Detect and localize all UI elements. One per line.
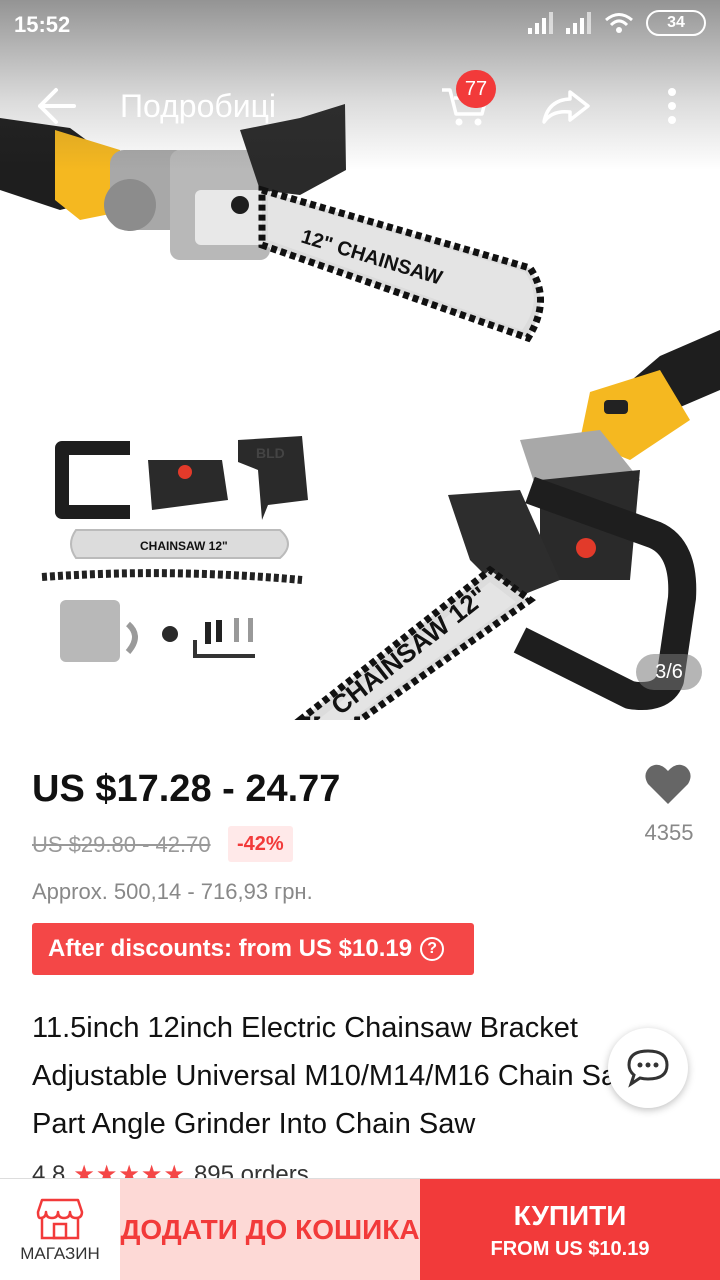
blade-bottom-label: CHAINSAW 12" <box>325 580 493 720</box>
buy-label: КУПИТИ <box>513 1199 627 1231</box>
after-discounts-banner[interactable]: After discounts: from US $10.19 ? <box>32 923 474 975</box>
approx-price: Approx. 500,14 - 716,93 грн. <box>32 879 313 904</box>
chat-button[interactable] <box>608 1028 688 1108</box>
store-button[interactable]: МАГАЗИН <box>0 1179 120 1280</box>
add-to-cart-button[interactable]: ДОДАТИ ДО КОШИКА <box>120 1179 420 1280</box>
bottom-action-bar: МАГАЗИН ДОДАТИ ДО КОШИКА КУПИТИ FROM US … <box>0 1178 720 1280</box>
original-price: US $29.80 - 42.70 <box>32 832 211 857</box>
image-counter: 3/6 <box>636 654 702 690</box>
kit-parts: BLD CHAINSAW 12" <box>41 436 308 662</box>
buy-button[interactable]: КУПИТИ FROM US $10.19 <box>420 1179 720 1280</box>
buy-sublabel: FROM US $10.19 <box>490 1237 650 1260</box>
current-price: US $17.28 - 24.77 <box>32 768 341 810</box>
heart-icon[interactable] <box>644 762 692 806</box>
discount-badge: -42% <box>228 826 293 862</box>
blade-bottom: CHAINSAW 12" <box>294 565 536 720</box>
store-icon <box>36 1198 84 1240</box>
share-icon[interactable] <box>540 86 592 126</box>
chat-icon <box>627 1049 669 1088</box>
help-icon[interactable]: ? <box>420 937 445 961</box>
signal-icon <box>528 12 553 34</box>
status-icons: 34 <box>528 10 706 36</box>
after-discounts-label: After discounts: from US $10.19 <box>48 935 413 962</box>
cover-brand: BLD <box>256 445 285 461</box>
top-nav: Подробиці 77 <box>0 70 720 142</box>
status-bar: 15:52 34 <box>0 0 720 50</box>
status-time: 15:52 <box>14 12 71 37</box>
kit-blade-label: CHAINSAW 12" <box>140 539 228 553</box>
cart-count-badge: 77 <box>456 70 496 108</box>
back-arrow-icon[interactable] <box>34 86 78 126</box>
wifi-icon <box>605 13 633 33</box>
more-menu-icon[interactable] <box>660 84 684 128</box>
favorites-count: 4355 <box>644 820 694 845</box>
store-label: МАГАЗИН <box>20 1244 100 1263</box>
product-title: 11.5inch 12inch Electric Chainsaw Bracke… <box>32 1012 639 1140</box>
grinder-bottom <box>448 330 720 710</box>
signal-icon-2 <box>566 12 591 34</box>
blade-top: 12" CHAINSAW <box>258 185 544 343</box>
battery-icon: 34 <box>646 10 706 36</box>
page-title: Подробиці <box>120 88 276 124</box>
